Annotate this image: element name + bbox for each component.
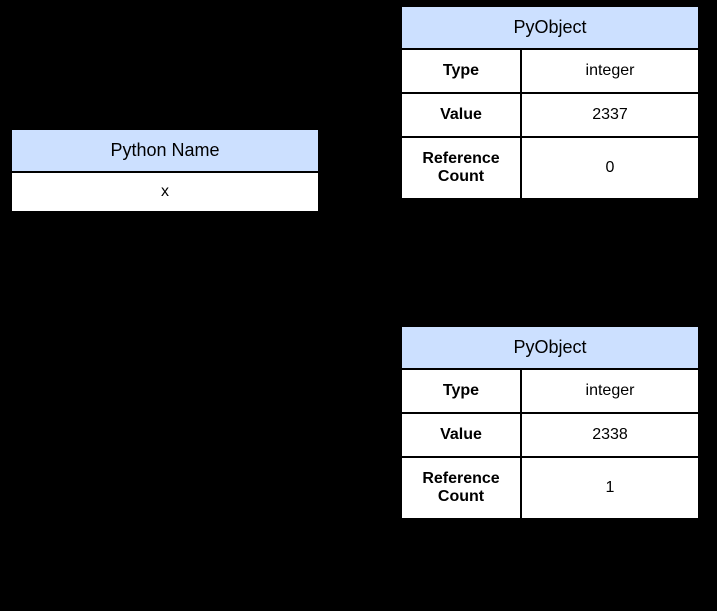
pyobject1-type-label: Type: [401, 49, 521, 93]
python-name-table: Python Name x: [10, 128, 320, 213]
pyobject2-refcount-label: Reference Count: [401, 457, 521, 519]
pyobject2-value-label: Value: [401, 413, 521, 457]
pyobject1-refcount-value: 0: [521, 137, 699, 199]
pyobject1-value-value: 2337: [521, 93, 699, 137]
pyobject1-refcount-label: Reference Count: [401, 137, 521, 199]
pyobject1-type-value: integer: [521, 49, 699, 93]
pyobject2-value-value: 2338: [521, 413, 699, 457]
python-name-header: Python Name: [11, 129, 319, 172]
pyobject2-refcount-value: 1: [521, 457, 699, 519]
pyobject1-value-label: Value: [401, 93, 521, 137]
pyobject2-title: PyObject: [401, 326, 699, 369]
python-name-value: x: [11, 172, 319, 212]
pyobject-table-1: PyObject Type integer Value 2337 Referen…: [400, 5, 700, 200]
pyobject-table-2: PyObject Type integer Value 2338 Referen…: [400, 325, 700, 520]
pyobject1-title: PyObject: [401, 6, 699, 49]
pyobject2-type-label: Type: [401, 369, 521, 413]
pyobject2-type-value: integer: [521, 369, 699, 413]
